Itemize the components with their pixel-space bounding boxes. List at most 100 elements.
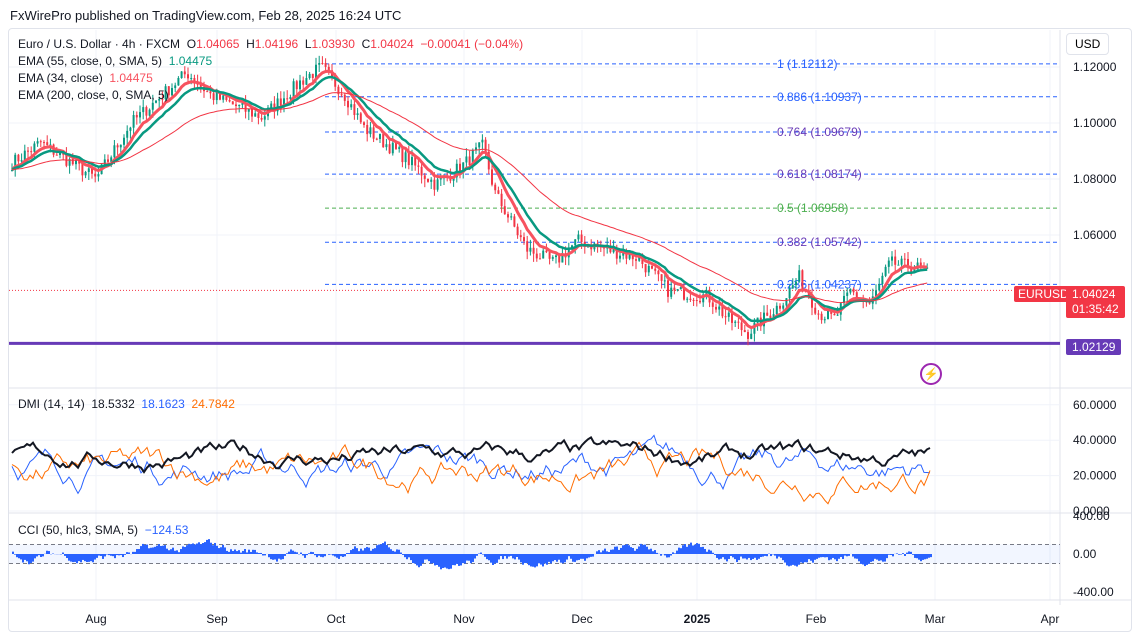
- cci-bar: [612, 549, 614, 554]
- cci-bar: [98, 554, 100, 556]
- time-tick: Mar: [925, 612, 946, 626]
- cci-bar: [530, 554, 532, 567]
- cci-bar: [314, 554, 316, 556]
- cci-bar: [62, 552, 64, 554]
- cci-bar: [454, 554, 456, 566]
- candle-body: [94, 173, 97, 177]
- cci-bar: [726, 554, 728, 562]
- cci-bar: [38, 554, 40, 556]
- candle-body: [542, 250, 545, 259]
- cci-bar: [724, 554, 726, 560]
- cci-bar: [238, 550, 240, 554]
- cci-bar: [674, 553, 676, 554]
- cci-bar: [748, 554, 750, 558]
- candle-body: [151, 102, 154, 110]
- currency-button[interactable]: USD: [1066, 33, 1110, 55]
- candle-body: [353, 104, 356, 116]
- ema55-legend[interactable]: EMA (55, close, 0, SMA, 5) 1.04475: [18, 54, 212, 68]
- cci-bar: [342, 554, 344, 557]
- cci-legend[interactable]: CCI (50, hlc3, SMA, 5) −124.53: [18, 523, 188, 537]
- cci-bar: [640, 543, 642, 554]
- candle-body: [670, 287, 673, 297]
- cci-bar: [542, 554, 544, 567]
- cci-bar: [282, 554, 284, 560]
- cci-bar: [736, 554, 738, 563]
- cci-bar: [844, 554, 846, 556]
- cci-bar: [638, 546, 640, 554]
- cci-bar: [528, 554, 530, 566]
- cci-bar: [554, 554, 556, 561]
- candle-body: [900, 258, 903, 265]
- cci-bar: [144, 544, 146, 554]
- fib-label: 0.5 (1.06958): [777, 201, 848, 215]
- candle-body: [251, 108, 253, 117]
- cci-bar: [182, 546, 184, 554]
- lightning-icon[interactable]: ⚡: [920, 363, 942, 385]
- cci-bar: [782, 554, 784, 561]
- candle-body: [689, 298, 692, 300]
- ema34-legend[interactable]: EMA (34, close) 1.04475: [18, 71, 153, 85]
- cci-bar: [242, 550, 244, 554]
- cci-bar: [682, 545, 684, 554]
- cci-bar: [808, 554, 810, 560]
- cci-bar: [614, 546, 616, 554]
- cci-bar: [452, 554, 454, 566]
- minus-di-value: 24.7842: [191, 397, 235, 411]
- cci-bar: [760, 554, 762, 558]
- candle-body: [433, 179, 436, 190]
- cci-tick: 0.00: [1073, 547, 1097, 561]
- cci-bar: [352, 548, 354, 554]
- cci-bar: [526, 554, 528, 564]
- candle-body: [366, 124, 369, 135]
- cci-bar: [570, 554, 572, 559]
- cci-bar: [64, 554, 66, 556]
- dmi-legend[interactable]: DMI (14, 14) 18.5332 18.1623 24.7842: [18, 397, 235, 411]
- candle-body: [340, 94, 343, 96]
- candle-body: [23, 150, 26, 161]
- cci-bar: [22, 554, 24, 563]
- cci-bar: [254, 549, 256, 554]
- cci-bar: [856, 554, 858, 559]
- cci-bar: [230, 549, 232, 554]
- cci-bar: [382, 543, 384, 554]
- candle-body: [465, 156, 468, 163]
- candle-body: [187, 74, 189, 79]
- cci-bar: [628, 545, 630, 554]
- cci-bar: [78, 554, 80, 562]
- candle-body: [363, 122, 365, 125]
- candle-body: [407, 152, 410, 166]
- cci-bar: [256, 552, 258, 554]
- cci-bar: [420, 554, 422, 566]
- cci-bar: [648, 549, 650, 554]
- price-tick: 1.10000: [1073, 116, 1117, 130]
- candle-body: [897, 264, 900, 266]
- cci-bar: [592, 554, 594, 557]
- candle-body: [302, 80, 305, 85]
- ema200-legend[interactable]: EMA (200, close, 0, SMA, 5): [18, 88, 169, 102]
- cci-bar: [380, 544, 382, 554]
- candle-body: [315, 64, 317, 78]
- cci-bar: [456, 554, 458, 564]
- cci-bar: [750, 554, 752, 561]
- cci-bar: [394, 551, 396, 554]
- candle-body: [212, 93, 215, 101]
- candle-body: [401, 147, 404, 163]
- cci-bar: [588, 554, 590, 558]
- candle-body: [305, 78, 308, 85]
- cci-bar: [416, 554, 418, 566]
- cci-bar: [250, 551, 252, 554]
- cci-bar: [42, 554, 44, 557]
- cci-bar: [322, 554, 324, 558]
- cci-bar: [218, 548, 220, 554]
- cci-bar: [134, 551, 136, 554]
- cci-bar: [654, 550, 656, 554]
- chart-canvas[interactable]: 1.12000 1.10000 1.08000 1.06000 Aug Sep Oct Nov…: [0, 0, 1134, 633]
- candle-body: [43, 142, 45, 144]
- cci-bar: [790, 554, 792, 566]
- cci-bar: [600, 552, 602, 554]
- candle-body: [894, 256, 897, 265]
- cci-bar: [74, 554, 76, 562]
- cci-bar: [848, 554, 850, 556]
- candle-body: [545, 250, 548, 253]
- cci-bar: [258, 553, 260, 554]
